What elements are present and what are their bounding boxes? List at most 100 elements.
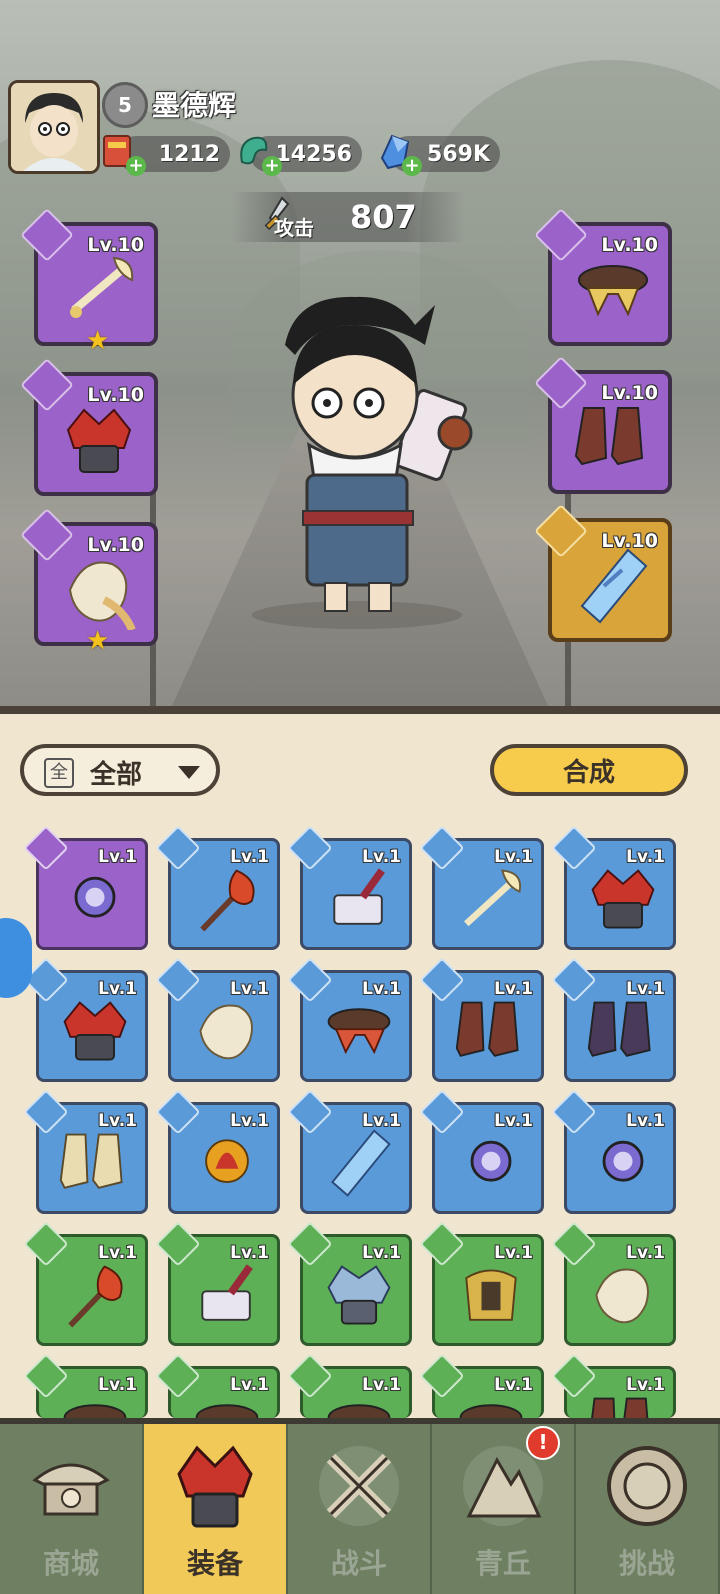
equipped-pendant-slot[interactable]: Lv.10	[534, 504, 672, 642]
stone-hammer-icon	[333, 868, 385, 925]
slot-level: Lv.10	[87, 534, 144, 556]
equipped-belt-slot[interactable]: Lv.10	[534, 208, 672, 346]
player-level-badge: 5	[102, 82, 148, 128]
fan-weapon-icon	[464, 869, 522, 927]
combine-button[interactable]: 合成	[490, 744, 688, 796]
equipped-weapon-slot[interactable]: Lv.10 ★	[20, 208, 158, 356]
jade-dragon-icon[interactable]: +	[232, 128, 282, 176]
item-level: Lv.1	[98, 1243, 137, 1263]
nav-tab-0[interactable]: 商城	[0, 1424, 144, 1594]
slot-level: Lv.10	[601, 234, 658, 256]
inventory-item[interactable]: Lv.1	[287, 825, 412, 950]
inventory-item[interactable]: Lv.1	[287, 1221, 412, 1346]
inventory-item[interactable]: Lv.1	[419, 957, 544, 1082]
orb-amulet-icon	[74, 876, 116, 918]
inventory-item[interactable]: Lv.1	[23, 957, 148, 1082]
add-ticket-button[interactable]: +	[126, 156, 146, 176]
attack-label: 攻击	[274, 216, 314, 240]
nav-tab-2[interactable]: 战斗	[288, 1424, 432, 1594]
item-level: Lv.1	[626, 1243, 665, 1263]
flame-staff-icon	[68, 1265, 123, 1328]
inventory-item[interactable]: Lv.1	[23, 1221, 148, 1346]
star-icon: ★	[86, 626, 110, 656]
filter-all-icon: 全	[44, 758, 74, 788]
inventory-item[interactable]: Lv.1	[551, 1353, 676, 1453]
nav-tab-4[interactable]: 挑战	[576, 1424, 720, 1594]
filter-dropdown[interactable]: 全 全部	[20, 744, 220, 796]
inventory-item[interactable]: Lv.1	[551, 1089, 676, 1214]
item-level: Lv.1	[362, 979, 401, 999]
nav-tab-label: 青丘	[474, 1547, 531, 1580]
equipped-cape-slot[interactable]: Lv.10 ★	[20, 508, 158, 656]
fur-cape-icon	[199, 1004, 253, 1060]
fire-orb-icon	[205, 1139, 249, 1184]
shop-icon	[32, 1463, 110, 1516]
inventory-item[interactable]: Lv.1	[155, 957, 280, 1082]
inventory-item[interactable]: Lv.1	[23, 1089, 148, 1214]
gold-armor-icon	[465, 1269, 517, 1321]
add-crystal-button[interactable]: +	[402, 156, 422, 176]
item-level: Lv.1	[626, 979, 665, 999]
belt-icon	[327, 1008, 391, 1055]
inventory-item[interactable]: Lv.1	[551, 1221, 676, 1346]
equipped-helmet-slot[interactable]: Lv.10	[20, 358, 158, 496]
nav-tab-3[interactable]: 青丘!	[432, 1424, 576, 1594]
nav-tab-label: 装备	[186, 1547, 243, 1580]
nav-tab-label: 商城	[42, 1547, 99, 1580]
item-level: Lv.1	[626, 1111, 665, 1131]
item-level: Lv.1	[494, 1375, 533, 1395]
inventory-item[interactable]: Lv.1	[23, 825, 148, 950]
inventory-item[interactable]: Lv.1	[551, 825, 676, 950]
item-level: Lv.1	[98, 1111, 137, 1131]
bone-boots-icon	[59, 1133, 123, 1189]
fur-cape-icon	[595, 1268, 649, 1324]
alert-badge-icon: !	[526, 1426, 560, 1460]
slot-level: Lv.10	[87, 234, 144, 256]
inventory-item[interactable]: Lv.1	[287, 1353, 412, 1451]
item-level: Lv.1	[494, 1243, 533, 1263]
nav-tab-1[interactable]: 装备	[144, 1424, 288, 1594]
dropdown-arrow-icon	[178, 766, 200, 779]
ice-helmet-icon	[327, 1265, 391, 1325]
slot-level: Lv.10	[87, 384, 144, 406]
inventory-item[interactable]: Lv.1	[155, 1353, 280, 1451]
equipped-boots-slot[interactable]: Lv.10	[534, 356, 672, 494]
slot-level: Lv.10	[601, 382, 658, 404]
inventory-item[interactable]: Lv.1	[551, 957, 676, 1082]
item-level: Lv.1	[362, 1243, 401, 1263]
challenge-orb-icon	[607, 1446, 687, 1526]
add-jade-button[interactable]: +	[262, 156, 282, 176]
inventory-item[interactable]: Lv.1	[419, 1089, 544, 1214]
inventory-item[interactable]: Lv.1	[419, 825, 544, 950]
inventory-item[interactable]: Lv.1	[23, 1353, 148, 1451]
inventory-item[interactable]: Lv.1	[155, 1221, 280, 1346]
nav-tab-label: 挑战	[618, 1547, 675, 1580]
item-level: Lv.1	[230, 1111, 269, 1131]
inventory-item[interactable]: Lv.1	[419, 1221, 544, 1346]
scroll-ticket-icon[interactable]: +	[96, 128, 146, 176]
inventory-item[interactable]: Lv.1	[419, 1353, 544, 1451]
stone-hammer-icon	[201, 1264, 253, 1321]
inventory-item[interactable]: Lv.1	[287, 1089, 412, 1214]
blue-crystal-icon[interactable]: +	[372, 128, 422, 176]
flame-staff-icon	[200, 869, 255, 932]
crossed-swords-icon	[319, 1446, 399, 1526]
item-level: Lv.1	[230, 979, 269, 999]
item-level: Lv.1	[98, 1375, 137, 1395]
hero-character	[252, 296, 473, 629]
inventory-item[interactable]: Lv.1	[155, 1089, 280, 1214]
item-level: Lv.1	[494, 1111, 533, 1131]
inventory-item[interactable]: Lv.1	[155, 825, 280, 950]
star-icon: ★	[86, 326, 110, 356]
item-level: Lv.1	[98, 847, 137, 867]
boots-icon	[455, 1001, 519, 1057]
boots-icon	[574, 407, 644, 466]
red-helmet-icon	[63, 1001, 127, 1061]
filter-label: 全部	[90, 760, 143, 790]
item-level: Lv.1	[494, 979, 533, 999]
inventory-item[interactable]: Lv.1	[287, 957, 412, 1082]
fan-weapon-icon	[70, 256, 134, 318]
dark-boots-icon	[587, 1001, 651, 1057]
player-avatar[interactable]	[8, 80, 100, 174]
side-float-button[interactable]	[0, 918, 32, 998]
